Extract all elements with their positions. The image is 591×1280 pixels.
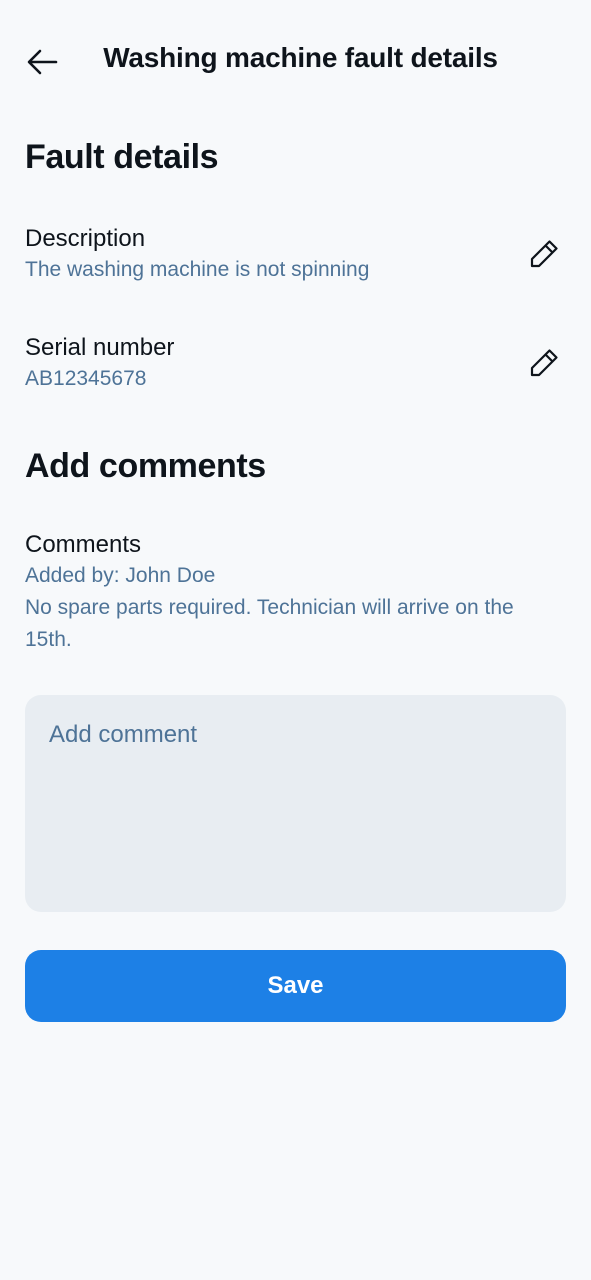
description-value: The washing machine is not spinning	[25, 258, 370, 281]
page-title: Washing machine fault details	[103, 42, 498, 73]
add-comment-input[interactable]	[25, 695, 566, 912]
serial-number-label: Serial number	[25, 334, 175, 361]
add-comments-heading: Add comments	[25, 447, 266, 485]
comment-author: Added by: John Doe	[25, 564, 216, 587]
comment-body: No spare parts required. Technician will…	[25, 596, 514, 651]
comments-label: Comments	[25, 531, 142, 558]
serial-number-field: Serial number AB12345678	[25, 333, 566, 403]
edit-serial-number-button[interactable]	[522, 341, 566, 385]
top-app-bar: Washing machine fault details	[0, 0, 591, 120]
save-button[interactable]: Save	[25, 950, 566, 1022]
pencil-icon	[530, 349, 558, 377]
fault-details-heading: Fault details	[25, 138, 219, 176]
description-label: Description	[25, 225, 146, 252]
description-field: Description The washing machine is not s…	[25, 224, 566, 294]
serial-number-value: AB12345678	[25, 367, 147, 390]
pencil-icon	[530, 240, 558, 268]
comments-list: Comments Added by: John Doe No spare par…	[25, 530, 566, 656]
edit-description-button[interactable]	[522, 232, 566, 276]
